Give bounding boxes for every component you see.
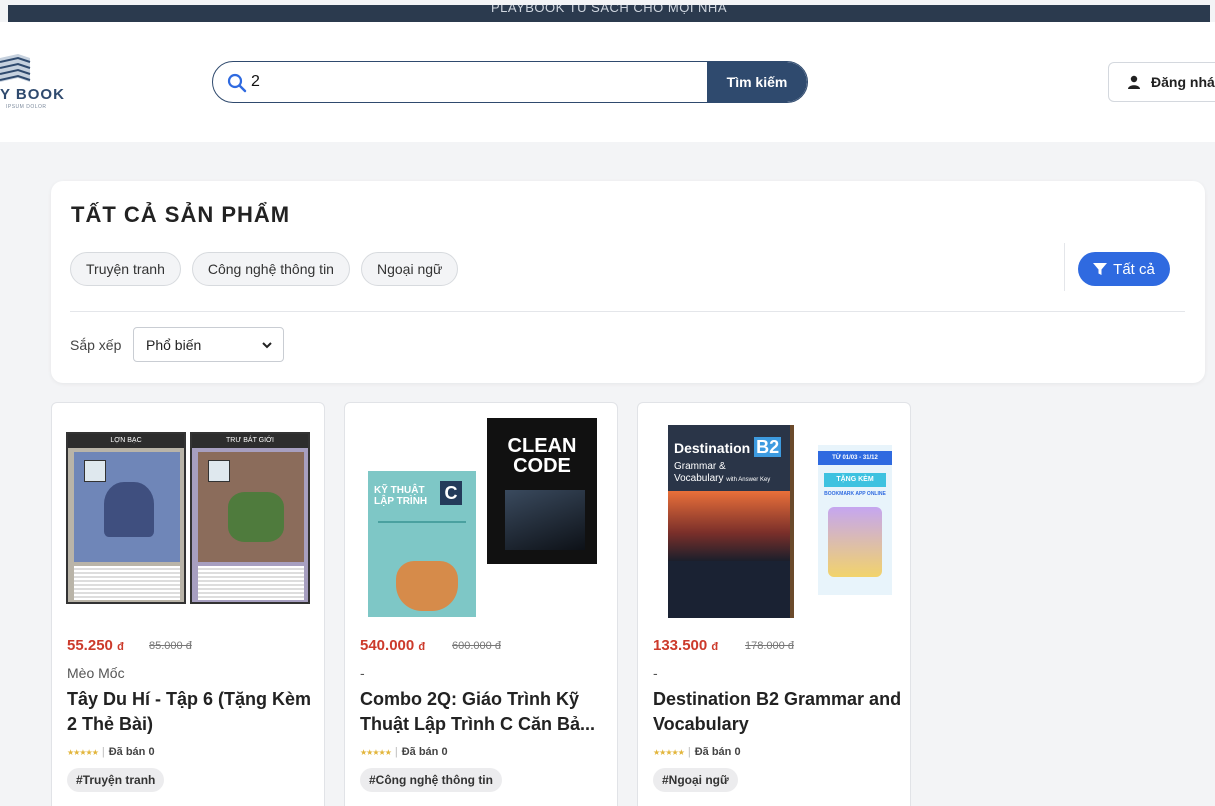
product-cover[interactable]: KỸ THUẬT LẬP TRÌNH C CLEAN CODE xyxy=(365,418,597,618)
user-icon xyxy=(1128,75,1140,89)
game-card-right-title: TRƯ BÁT GIỚI xyxy=(192,434,308,448)
product-tag[interactable]: #Ngoại ngữ xyxy=(653,768,738,792)
product-card[interactable]: LỢN BẠC TRƯ BÁT GIỚI 55.250 đ 85.000 đ M… xyxy=(51,402,325,806)
product-meta: ★★★★★ | Đã bán 0 xyxy=(360,746,448,758)
category-chip-comics[interactable]: Truyện tranh xyxy=(70,252,181,286)
divider xyxy=(70,311,1185,312)
sort-selected-value: Phổ biến xyxy=(146,336,202,353)
rating-stars-icon: ★★★★★ xyxy=(653,747,685,757)
product-old-price: 600.000 đ xyxy=(452,640,501,652)
search-input[interactable] xyxy=(251,68,701,96)
rating-stars-icon: ★★★★★ xyxy=(360,747,392,757)
book-cover-c-programming: KỸ THUẬT LẬP TRÌNH C xyxy=(368,471,476,617)
product-author: Mèo Mốc xyxy=(67,665,125,681)
product-title[interactable]: Combo 2Q: Giáo Trình Kỹ Thuật Lập Trình … xyxy=(360,687,610,737)
product-old-price: 85.000 đ xyxy=(149,640,192,652)
product-meta: ★★★★★ | Đã bán 0 xyxy=(653,746,741,758)
logo[interactable] xyxy=(0,52,80,112)
product-author: - xyxy=(653,665,658,681)
sold-count: Đã bán 0 xyxy=(401,746,448,758)
login-button[interactable]: Đăng nhá xyxy=(1108,62,1215,102)
rating-stars-icon: ★★★★★ xyxy=(67,747,99,757)
product-cover[interactable]: LỢN BẠC TRƯ BÁT GIỚI xyxy=(66,432,310,604)
sold-count: Đã bán 0 xyxy=(108,746,155,758)
book-cover-clean-code: CLEAN CODE xyxy=(487,418,597,564)
logo-subtitle: IPSUM DOLOR xyxy=(6,104,47,110)
top-banner: PLAYBOOK TỦ SÁCH CHO MỌI NHÀ xyxy=(8,5,1210,22)
product-tag[interactable]: #Công nghệ thông tin xyxy=(360,768,502,792)
search-button[interactable]: Tìm kiếm xyxy=(707,62,807,102)
login-label: Đăng nhá xyxy=(1151,74,1215,90)
sort-select[interactable]: Phổ biến xyxy=(133,327,284,362)
product-card[interactable]: KỸ THUẬT LẬP TRÌNH C CLEAN CODE 540.000 … xyxy=(344,402,618,806)
filter-all-button[interactable]: Tất cả xyxy=(1078,252,1170,286)
product-old-price: 178.000 đ xyxy=(745,640,794,652)
category-chip-languages[interactable]: Ngoại ngữ xyxy=(360,252,459,286)
product-price: 540.000 đ xyxy=(360,637,426,654)
game-card-left: LỢN BẠC xyxy=(66,432,186,604)
header: Y BOOK IPSUM DOLOR Tìm kiếm Đăng nhá xyxy=(0,22,1215,142)
product-cover[interactable]: Destination B2 Grammar & Vocabulary with… xyxy=(668,425,894,620)
search-icon xyxy=(227,73,247,93)
category-chips: Truyện tranh Công nghệ thông tin Ngoại n… xyxy=(70,252,459,286)
product-price: 55.250 đ xyxy=(67,637,124,654)
category-chip-it[interactable]: Công nghệ thông tin xyxy=(191,252,350,286)
promo-banner: TỪ 01/03 - 31/12 TẶNG KÈM BOOKMARK APP O… xyxy=(818,445,892,595)
product-card[interactable]: Destination B2 Grammar & Vocabulary with… xyxy=(637,402,911,806)
search-bar: Tìm kiếm xyxy=(212,61,808,103)
logo-text: Y BOOK xyxy=(0,86,65,103)
product-price: 133.500 đ xyxy=(653,637,719,654)
product-author: - xyxy=(360,665,365,681)
filter-icon xyxy=(1093,263,1108,275)
game-card-left-title: LỢN BẠC xyxy=(68,434,184,448)
divider xyxy=(1064,243,1065,291)
product-tag[interactable]: #Truyện tranh xyxy=(67,768,165,792)
page-title: TẤT CẢ SẢN PHẨM xyxy=(71,202,291,227)
game-card-right: TRƯ BÁT GIỚI xyxy=(190,432,310,604)
book-logo-icon xyxy=(0,54,31,82)
catalog-panel: TẤT CẢ SẢN PHẨM Truyện tranh Công nghệ t… xyxy=(51,181,1205,383)
product-title[interactable]: Destination B2 Grammar and Vocabulary xyxy=(653,687,903,737)
sold-count: Đã bán 0 xyxy=(694,746,741,758)
top-banner-text: PLAYBOOK TỦ SÁCH CHO MỌI NHÀ xyxy=(490,5,727,15)
filter-all-label: Tất cả xyxy=(1113,260,1155,278)
product-title[interactable]: Tây Du Hí - Tập 6 (Tặng Kèm 2 Thẻ Bài) xyxy=(67,687,317,737)
book-cover-destination-b2: Destination B2 Grammar & Vocabulary with… xyxy=(668,425,794,618)
product-meta: ★★★★★ | Đã bán 0 xyxy=(67,746,155,758)
sort-label: Sắp xếp xyxy=(70,337,122,353)
chevron-down-icon xyxy=(262,342,272,349)
